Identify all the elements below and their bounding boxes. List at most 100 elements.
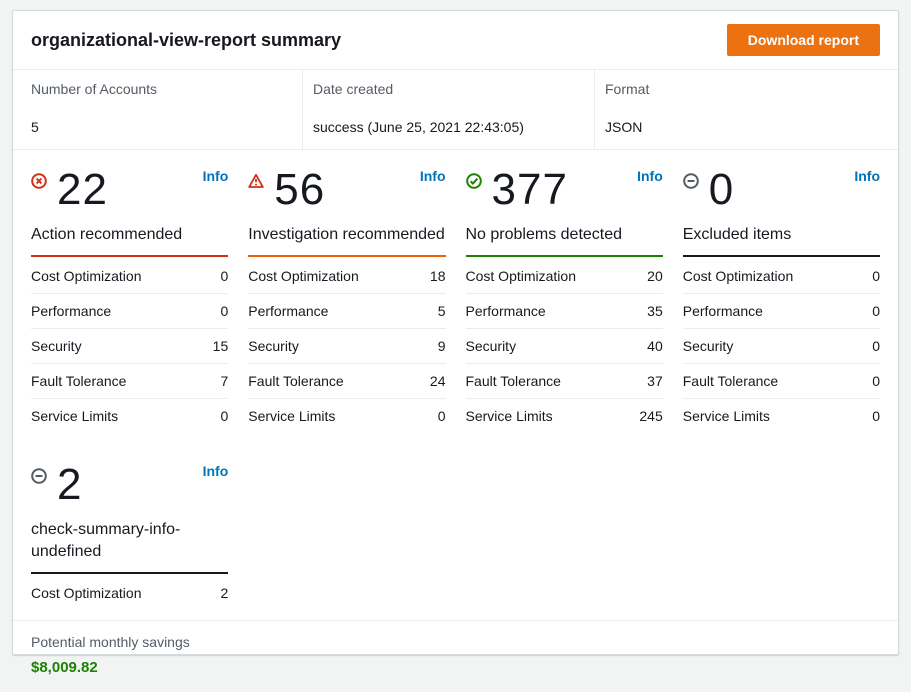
- card-rows: Cost Optimization 0 Performance 0 Securi…: [31, 259, 228, 433]
- category-row: Fault Tolerance 7: [31, 364, 228, 399]
- category-value: 0: [220, 268, 228, 284]
- card-rows: Cost Optimization 18 Performance 5 Secur…: [248, 259, 445, 433]
- excluded-circle-icon: [31, 468, 47, 484]
- savings-value: $8,009.82: [31, 659, 880, 676]
- card-count: 56: [274, 164, 325, 216]
- category-row: Performance 5: [248, 294, 445, 329]
- category-label: Cost Optimization: [31, 585, 141, 601]
- category-value: 7: [220, 373, 228, 389]
- category-value: 15: [213, 338, 229, 354]
- card-rows: Cost Optimization 20 Performance 35 Secu…: [466, 259, 663, 433]
- card-investigation-recommended: 56 Info Investigation recommended Cost O…: [248, 164, 445, 433]
- card-top: 56 Info: [248, 164, 445, 216]
- info-link[interactable]: Info: [420, 164, 446, 184]
- report-meta: Number of Accounts 5 Date created succes…: [13, 70, 898, 150]
- category-label: Cost Optimization: [683, 268, 793, 284]
- category-value: 0: [872, 408, 880, 424]
- category-label: Service Limits: [248, 408, 335, 424]
- meta-value: 5: [31, 119, 288, 135]
- category-row: Performance 0: [683, 294, 880, 329]
- info-link[interactable]: Info: [854, 164, 880, 184]
- meta-label: Number of Accounts: [31, 81, 288, 97]
- card-underline: [466, 255, 663, 257]
- category-label: Cost Optimization: [248, 268, 358, 284]
- category-label: Service Limits: [466, 408, 553, 424]
- info-link[interactable]: Info: [203, 459, 229, 479]
- category-row: Security 0: [683, 329, 880, 364]
- category-label: Security: [248, 338, 299, 354]
- meta-date-created: Date created success (June 25, 2021 22:4…: [302, 70, 594, 149]
- category-row: Service Limits 0: [31, 399, 228, 433]
- category-value: 0: [438, 408, 446, 424]
- card-label: No problems detected: [466, 224, 663, 255]
- category-label: Security: [466, 338, 517, 354]
- category-label: Security: [31, 338, 82, 354]
- card-count: 22: [57, 164, 108, 216]
- category-value: 35: [647, 303, 663, 319]
- category-row: Security 40: [466, 329, 663, 364]
- category-label: Security: [683, 338, 734, 354]
- card-count: 377: [492, 164, 568, 216]
- card-top: 2 Info: [31, 459, 228, 511]
- category-row: Cost Optimization 0: [31, 259, 228, 294]
- card-action-recommended: 22 Info Action recommended Cost Optimiza…: [31, 164, 228, 433]
- card-no-problems-detected: 377 Info No problems detected Cost Optim…: [466, 164, 663, 433]
- category-label: Service Limits: [683, 408, 770, 424]
- download-report-button[interactable]: Download report: [727, 24, 880, 56]
- category-label: Fault Tolerance: [31, 373, 126, 389]
- category-value: 0: [872, 303, 880, 319]
- category-value: 37: [647, 373, 663, 389]
- card-top: 22 Info: [31, 164, 228, 216]
- category-label: Performance: [466, 303, 546, 319]
- info-link[interactable]: Info: [203, 164, 229, 184]
- meta-label: Date created: [313, 81, 580, 97]
- category-label: Cost Optimization: [466, 268, 576, 284]
- meta-number-of-accounts: Number of Accounts 5: [13, 70, 302, 149]
- card-underline: [683, 255, 880, 257]
- category-row: Security 15: [31, 329, 228, 364]
- summary-cards: 22 Info Action recommended Cost Optimiza…: [13, 150, 898, 620]
- category-value: 20: [647, 268, 663, 284]
- category-value: 2: [220, 585, 228, 601]
- category-row: Service Limits 245: [466, 399, 663, 433]
- panel-header: organizational-view-report summary Downl…: [13, 11, 898, 70]
- meta-value: success (June 25, 2021 22:43:05): [313, 119, 580, 135]
- card-count: 0: [709, 164, 734, 216]
- category-value: 18: [430, 268, 446, 284]
- category-label: Performance: [683, 303, 763, 319]
- category-row: Fault Tolerance 24: [248, 364, 445, 399]
- category-row: Cost Optimization 20: [466, 259, 663, 294]
- meta-label: Format: [605, 81, 884, 97]
- category-value: 40: [647, 338, 663, 354]
- category-label: Fault Tolerance: [683, 373, 778, 389]
- report-summary-panel: organizational-view-report summary Downl…: [12, 10, 899, 655]
- category-row: Fault Tolerance 0: [683, 364, 880, 399]
- category-value: 5: [438, 303, 446, 319]
- category-value: 245: [639, 408, 662, 424]
- category-row: Cost Optimization 0: [683, 259, 880, 294]
- category-label: Fault Tolerance: [248, 373, 343, 389]
- category-label: Performance: [248, 303, 328, 319]
- category-label: Cost Optimization: [31, 268, 141, 284]
- excluded-circle-icon: [683, 173, 699, 189]
- category-value: 0: [872, 338, 880, 354]
- card-label: check-summary-info-undefined: [31, 519, 228, 572]
- category-row: Fault Tolerance 37: [466, 364, 663, 399]
- card-rows: Cost Optimization 0 Performance 0 Securi…: [683, 259, 880, 433]
- category-label: Service Limits: [31, 408, 118, 424]
- success-circle-icon: [466, 173, 482, 189]
- savings-label: Potential monthly savings: [31, 634, 880, 650]
- warning-triangle-icon: [248, 173, 264, 189]
- info-link[interactable]: Info: [637, 164, 663, 184]
- card-label: Investigation recommended: [248, 224, 445, 255]
- page-title: organizational-view-report summary: [31, 30, 341, 51]
- card-underline: [31, 572, 228, 574]
- card-underline: [248, 255, 445, 257]
- card-underline: [31, 255, 228, 257]
- potential-monthly-savings: Potential monthly savings $8,009.82: [13, 620, 898, 692]
- category-value: 0: [872, 268, 880, 284]
- card-count: 2: [57, 459, 82, 511]
- category-value: 0: [220, 303, 228, 319]
- category-value: 24: [430, 373, 446, 389]
- category-value: 0: [220, 408, 228, 424]
